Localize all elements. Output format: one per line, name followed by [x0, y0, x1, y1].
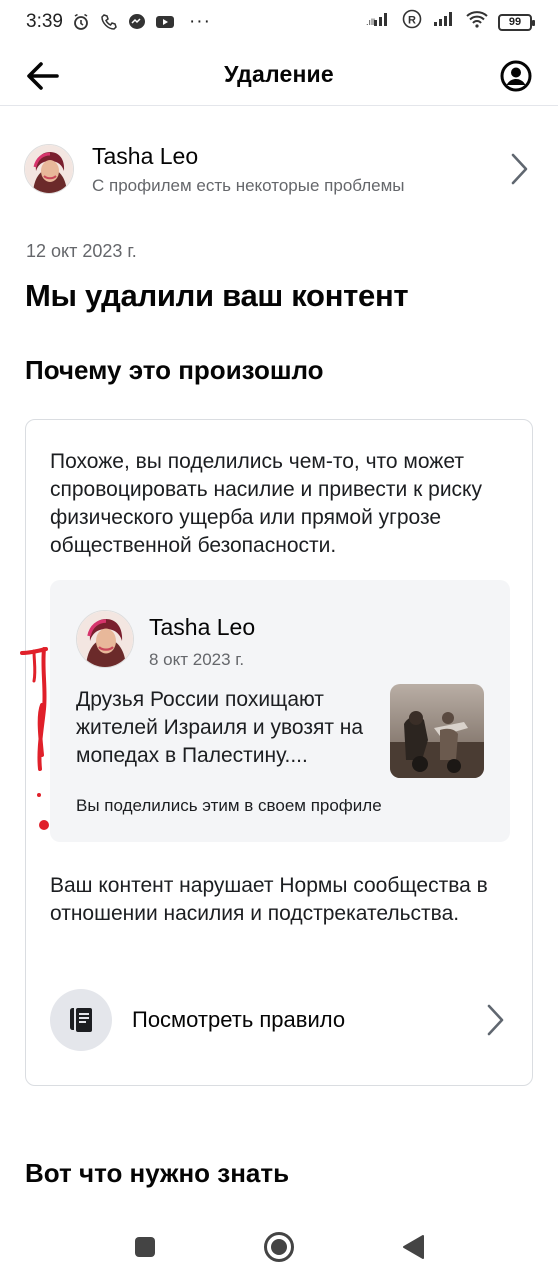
post-date: 8 окт 2023 г. [149, 650, 245, 669]
chevron-right-icon [506, 149, 534, 189]
section-title-need-to-know: Вот что нужно знать [25, 1158, 290, 1188]
explanation-text: Похоже, вы поделились чем-то, что может … [50, 450, 482, 557]
system-nav-bar [0, 1214, 558, 1280]
wifi-icon [466, 10, 488, 34]
circle-icon [264, 1232, 294, 1262]
explanation-card: Похоже, вы поделились чем-то, что может … [25, 419, 533, 1086]
nav-home-button[interactable] [262, 1230, 296, 1264]
profile-subtitle: С профилем есть некоторые проблемы [92, 175, 405, 195]
svg-text:.ıll: .ıll [366, 17, 375, 27]
post-author: Tasha Leo [149, 614, 256, 640]
account-button[interactable] [496, 56, 536, 96]
profile-row[interactable]: Tasha Leo С профилем есть некоторые проб… [24, 138, 534, 200]
notice-date: 12 окт 2023 г. [26, 241, 137, 261]
view-rule-label: Посмотреть правило [132, 1007, 346, 1032]
status-bar: 3:39 ··· .ıll R 99 [0, 0, 558, 44]
main-title: Мы удалили ваш контент [25, 278, 409, 313]
battery-level: 99 [508, 16, 522, 28]
post-text: Друзья России похищают жителей Израиля и… [76, 688, 364, 767]
status-time: 3:39 [26, 11, 63, 32]
account-circle-icon [500, 60, 532, 92]
page-title: Удаление [224, 61, 334, 87]
signal-icon-2 [432, 11, 456, 33]
svg-text:R: R [408, 15, 416, 27]
phone-icon [99, 12, 119, 32]
messenger-icon [127, 12, 147, 32]
profile-name: Tasha Leo [92, 142, 199, 169]
status-right: .ıll R 99 [366, 9, 535, 35]
youtube-icon [155, 12, 175, 32]
section-title-why: Почему это произошло [25, 355, 324, 385]
nav-back-button[interactable] [396, 1230, 430, 1264]
post-avatar [76, 610, 134, 668]
registered-icon: R [402, 9, 422, 35]
chevron-right-icon [482, 1000, 510, 1040]
alarm-icon [71, 12, 91, 32]
rulebook-icon [50, 989, 112, 1051]
triangle-back-icon [403, 1235, 424, 1259]
signal-icon: .ıll [366, 11, 392, 33]
profile-text: Tasha Leo С профилем есть некоторые проб… [92, 143, 506, 196]
back-button[interactable] [22, 56, 62, 96]
app-header: Удаление [0, 44, 558, 106]
post-shared-note: Вы поделились этим в своем профиле [76, 796, 382, 815]
nav-recents-button[interactable] [128, 1230, 162, 1264]
status-more: ··· [188, 11, 211, 32]
violation-text: Ваш контент нарушает Нормы сообщества в … [50, 874, 488, 925]
view-rule-button[interactable]: Посмотреть правило [50, 988, 510, 1052]
square-icon [135, 1237, 155, 1257]
removed-post-preview: Tasha Leo 8 окт 2023 г. Друзья России по… [50, 580, 510, 842]
post-thumbnail [390, 684, 484, 778]
avatar [24, 144, 74, 194]
arrow-left-icon [27, 62, 59, 90]
battery-indicator: 99 [498, 13, 535, 31]
status-left: 3:39 ··· [26, 11, 211, 33]
